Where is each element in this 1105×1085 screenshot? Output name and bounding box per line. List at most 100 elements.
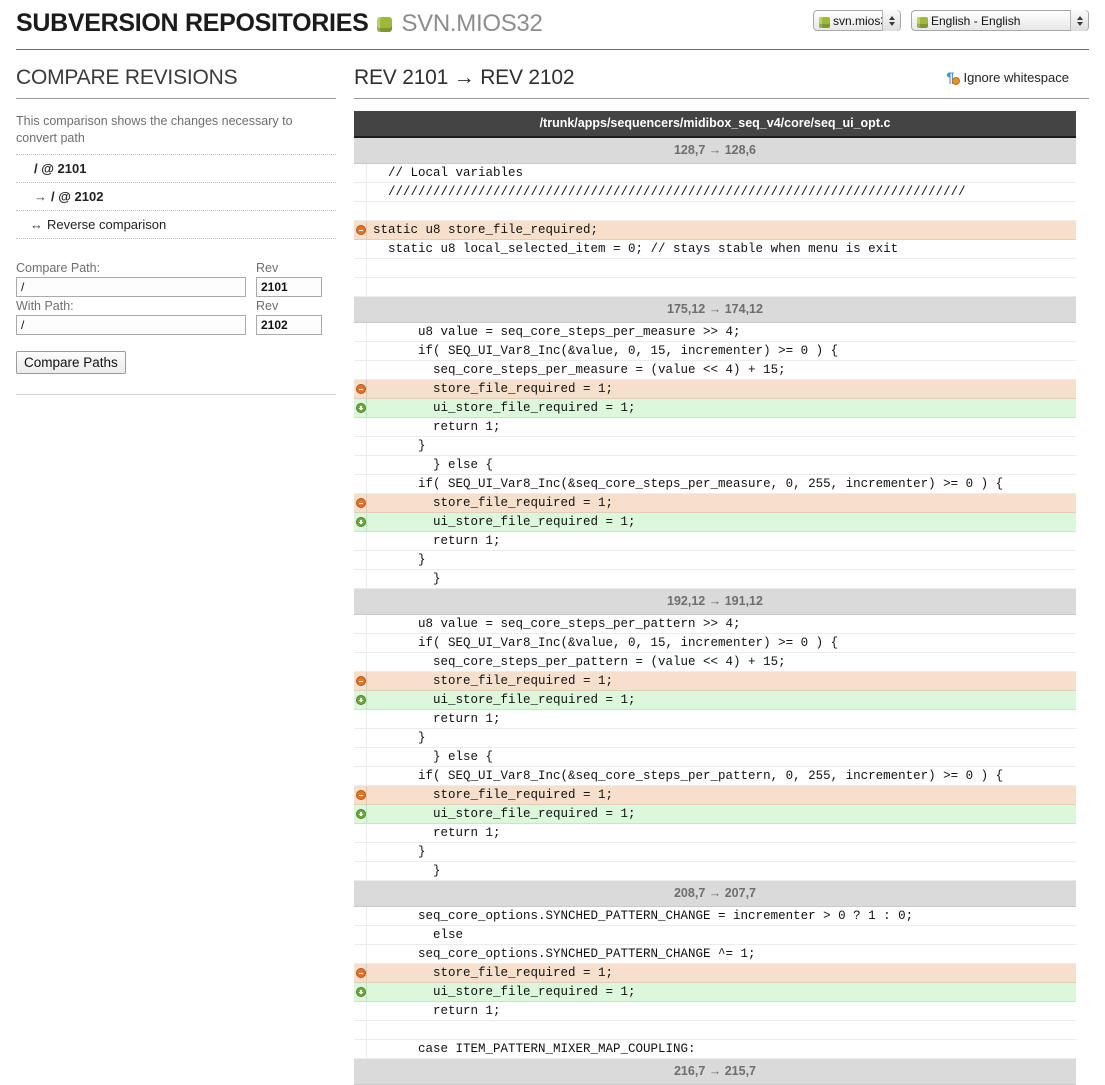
with-path-input[interactable] (16, 315, 246, 335)
chevron-updown-icon[interactable] (882, 10, 900, 31)
diff-line-ctx: } else { (354, 748, 1076, 767)
diff-line-code: store_file_required = 1; (367, 380, 1076, 398)
diff-line-code: seq_core_steps_per_measure = (value << 4… (367, 361, 1076, 379)
to-path-link[interactable]: / @ 2102 (51, 189, 103, 204)
diff-line-code: store_file_required = 1; (367, 786, 1076, 804)
line-added-icon (356, 987, 366, 997)
diff-line-add: ui_store_file_required = 1; (354, 513, 1076, 532)
diff-line-ctx: } (354, 843, 1076, 862)
diff-line-ctx (354, 202, 1076, 221)
line-added-icon (356, 403, 366, 413)
diff-line-gutter (354, 945, 367, 963)
diff-line-gutter (354, 653, 367, 671)
diff-line-ctx: return 1; (354, 418, 1076, 437)
diff-line-ctx: case ITEM_PATTERN_MIXER_MAP_COUPLING: (354, 1040, 1076, 1059)
diff-line-code: if( SEQ_UI_Var8_Inc(&seq_core_steps_per_… (367, 475, 1076, 493)
sidebar-title: COMPARE REVISIONS (16, 66, 336, 98)
diff-line-code (367, 202, 1076, 220)
arrow-leftright-icon: ↔ (30, 217, 43, 232)
line-removed-icon (356, 676, 366, 686)
chevron-updown-icon[interactable] (1070, 10, 1088, 31)
diff-line-ctx (354, 1021, 1076, 1040)
line-added-icon (356, 809, 366, 819)
reverse-comparison-link[interactable]: Reverse comparison (47, 217, 166, 232)
diff-line-add: ui_store_file_required = 1; (354, 805, 1076, 824)
diff-line-add: ui_store_file_required = 1; (354, 399, 1076, 418)
diff-line-ctx: return 1; (354, 1002, 1076, 1021)
diff-line-gutter (354, 570, 367, 588)
diff-line-code: seq_core_steps_per_pattern = (value << 4… (367, 653, 1076, 671)
diff-line-code: case ITEM_PATTERN_MIXER_MAP_COUPLING: (367, 1040, 1076, 1058)
compare-path-label: Compare Path: (16, 261, 246, 275)
reverse-comparison-row: ↔ Reverse comparison (16, 210, 336, 239)
diff-line-code (367, 1021, 1076, 1039)
diff-line-gutter (354, 767, 367, 785)
diff-line-gutter (354, 786, 367, 804)
diff-file-header: /trunk/apps/sequencers/midibox_seq_v4/co… (354, 111, 1076, 138)
diff-line-ctx (354, 259, 1076, 278)
diff-line-gutter (354, 437, 367, 455)
diff-line-code: } (367, 862, 1076, 880)
sidebar: COMPARE REVISIONS This comparison shows … (16, 50, 336, 1085)
diff-line-code: } (367, 843, 1076, 861)
diff-line-gutter (354, 710, 367, 728)
diff-line-gutter (354, 748, 367, 766)
diff-line-del: static u8 store_file_required; (354, 221, 1076, 240)
brand-repo-name: SVN.MIOS32 (401, 10, 542, 38)
diff-line-gutter (354, 926, 367, 944)
diff-line-code: } else { (367, 456, 1076, 474)
with-path-label: With Path: (16, 299, 246, 313)
sidebar-title-divider (16, 98, 336, 99)
diff-line-ctx: seq_core_options.SYNCHED_PATTERN_CHANGE … (354, 907, 1076, 926)
diff-line-gutter (354, 183, 367, 201)
from-path-row: / @ 2101 (16, 154, 336, 182)
diff-table: /trunk/apps/sequencers/midibox_seq_v4/co… (354, 111, 1076, 1085)
diff-line-code: if( SEQ_UI_Var8_Inc(&value, 0, 15, incre… (367, 634, 1076, 652)
ignore-whitespace-link[interactable]: ¶ Ignore whitespace (946, 70, 1069, 85)
diff-line-code: store_file_required = 1; (367, 672, 1076, 690)
diff-hunk-header: 216,7 → 215,7 (354, 1059, 1076, 1085)
diff-line-ctx: if( SEQ_UI_Var8_Inc(&seq_core_steps_per_… (354, 475, 1076, 494)
diff-line-ctx: } (354, 729, 1076, 748)
diff-line-code: return 1; (367, 1002, 1076, 1020)
diff-line-ctx: seq_core_steps_per_pattern = (value << 4… (354, 653, 1076, 672)
diff-line-ctx: } (354, 862, 1076, 881)
diff-line-code: if( SEQ_UI_Var8_Inc(&value, 0, 15, incre… (367, 342, 1076, 360)
diff-hunk-header: 175,12 → 174,12 (354, 297, 1076, 323)
with-rev-input[interactable] (256, 315, 322, 335)
compare-rev-input[interactable] (256, 277, 322, 297)
diff-line-code: } (367, 551, 1076, 569)
diff-line-add: ui_store_file_required = 1; (354, 691, 1076, 710)
comparison-description: This comparison shows the changes necess… (16, 113, 336, 147)
diff-line-ctx: if( SEQ_UI_Var8_Inc(&seq_core_steps_per_… (354, 767, 1076, 786)
diff-line-gutter (354, 964, 367, 982)
top-bar: SUBVERSION REPOSITORIES SVN.MIOS32 svn.m… (0, 0, 1105, 50)
diff-line-gutter (354, 221, 367, 239)
diff-line-gutter (354, 907, 367, 925)
diff-line-ctx: seq_core_options.SYNCHED_PATTERN_CHANGE … (354, 945, 1076, 964)
sidebar-bottom-divider (16, 394, 336, 395)
diff-line-gutter (354, 805, 367, 823)
from-path-link[interactable]: / @ 2101 (34, 161, 86, 176)
diff-line-gutter (354, 729, 367, 747)
diff-line-code: } (367, 570, 1076, 588)
diff-line-gutter (354, 1040, 367, 1058)
with-path-row: With Path: Rev (16, 299, 336, 335)
diff-line-gutter (354, 494, 367, 512)
diff-line-ctx: else (354, 926, 1076, 945)
diff-line-gutter (354, 164, 367, 182)
compare-path-input[interactable] (16, 277, 246, 297)
diff-line-code: store_file_required = 1; (367, 964, 1076, 982)
diff-line-gutter (354, 418, 367, 436)
diff-line-code: seq_core_options.SYNCHED_PATTERN_CHANGE … (367, 945, 1076, 963)
diff-line-gutter (354, 615, 367, 633)
diff-line-ctx: } (354, 570, 1076, 589)
compare-paths-button[interactable]: Compare Paths (16, 351, 126, 374)
repository-select[interactable]: svn.mios32 (813, 10, 901, 31)
diff-line-gutter (354, 1002, 367, 1020)
language-select[interactable]: English - English (911, 10, 1089, 31)
diff-line-del: store_file_required = 1; (354, 380, 1076, 399)
arrow-right-icon: → (34, 189, 47, 204)
diff-hunks: 128,7 → 128,6 // Local variables ///////… (354, 138, 1076, 1085)
diff-line-ctx: ////////////////////////////////////////… (354, 183, 1076, 202)
